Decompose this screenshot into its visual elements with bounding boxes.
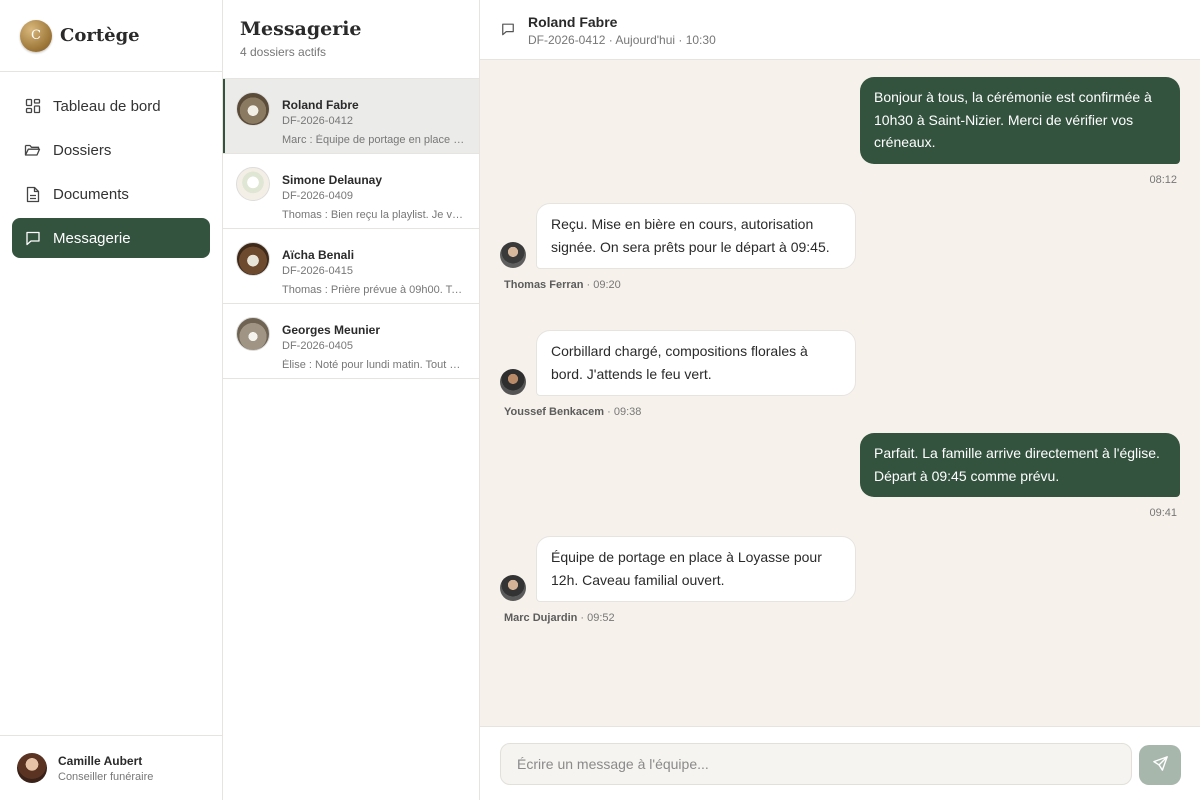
message-input[interactable] xyxy=(500,743,1132,785)
message-meta: Marc Dujardin · 09:52 xyxy=(500,607,856,630)
brand-logo: C xyxy=(20,19,52,52)
message-bubble: Bonjour à tous, la cérémonie est confirm… xyxy=(860,77,1180,164)
message-meta: Youssef Benkacem · 09:38 xyxy=(500,401,856,424)
document-icon xyxy=(24,186,41,203)
page-title: Messagerie xyxy=(240,18,362,40)
sidebar-item-dossiers[interactable]: Dossiers xyxy=(12,130,210,170)
user-name: Camille Aubert xyxy=(58,753,143,768)
brand-name: Cortège xyxy=(60,25,140,46)
message-bubble: Équipe de portage en place à Loyasse pou… xyxy=(536,536,856,602)
avatar xyxy=(236,317,270,351)
message-author: Youssef Benkacem xyxy=(504,406,605,418)
message-bubble: Parfait. La famille arrive directement à… xyxy=(860,433,1180,497)
conversation-item[interactable]: Aïcha Benali DF-2026-0415 Thomas : Prièr… xyxy=(223,229,479,304)
message-incoming: Équipe de portage en place à Loyasse pou… xyxy=(500,536,856,630)
active-count: 4 dossiers actifs xyxy=(240,45,327,59)
chat-subtitle: DF-2026-0412 · Aujourd'hui · 10:30 xyxy=(528,33,716,47)
message-time: · 09:38 xyxy=(607,406,642,418)
message-bubble: Reçu. Mise en bière en cours, autorisati… xyxy=(536,203,856,269)
conversation-item[interactable]: Georges Meunier DF-2026-0405 Élise : Not… xyxy=(223,304,479,379)
conversation-ref: DF-2026-0405 xyxy=(282,340,353,352)
current-user[interactable]: Camille Aubert Conseiller funéraire xyxy=(0,735,222,800)
brand[interactable]: C Cortège xyxy=(0,0,222,72)
message-bubble: Corbillard chargé, compositions florales… xyxy=(536,330,856,396)
sidebar-item-label: Documents xyxy=(53,185,129,203)
conversation-name: Aïcha Benali xyxy=(282,248,355,262)
dashboard-icon xyxy=(24,98,41,115)
conversation-ref: DF-2026-0412 xyxy=(282,115,353,127)
avatar xyxy=(500,575,526,601)
avatar xyxy=(500,369,526,395)
conversation-list-header: Messagerie 4 dossiers actifs xyxy=(223,0,479,79)
sidebar-item-label: Messagerie xyxy=(53,229,131,247)
message-time: · 09:52 xyxy=(580,612,615,624)
message-icon xyxy=(24,230,41,247)
sidebar-item-label: Dossiers xyxy=(53,141,112,159)
avatar xyxy=(500,242,526,268)
user-role: Conseiller funéraire xyxy=(58,770,154,783)
message-thread[interactable]: Bonjour à tous, la cérémonie est confirm… xyxy=(480,60,1200,726)
message-composer xyxy=(480,726,1200,800)
conversation-list: Messagerie 4 dossiers actifs Roland Fabr… xyxy=(223,0,480,800)
sidebar-item-label: Tableau de bord xyxy=(53,97,161,115)
conversation-name: Georges Meunier xyxy=(282,323,381,337)
conversation-ref: DF-2026-0409 xyxy=(282,190,353,202)
message-incoming: Corbillard chargé, compositions florales… xyxy=(500,330,856,424)
conversation-name: Roland Fabre xyxy=(282,98,359,112)
conversation-snippet: Thomas : Bien reçu la playlist. Je vérif… xyxy=(282,209,466,221)
conversation-snippet: Élise : Noté pour lundi matin. Tout est … xyxy=(282,359,466,371)
message-icon xyxy=(501,22,515,36)
chat-title: Roland Fabre xyxy=(528,14,618,30)
chat-panel: Roland Fabre DF-2026-0412 · Aujourd'hui … xyxy=(480,0,1200,800)
conversation-snippet: Marc : Équipe de portage en place à Loya… xyxy=(282,134,466,146)
message-time: 08:12 xyxy=(1149,173,1177,186)
conversation-item[interactable]: Roland Fabre DF-2026-0412 Marc : Équipe … xyxy=(223,79,479,154)
message-outgoing: Bonjour à tous, la cérémonie est confirm… xyxy=(860,77,1180,191)
message-author: Thomas Ferran xyxy=(504,279,584,291)
avatar xyxy=(236,92,270,126)
avatar xyxy=(236,242,270,276)
conversation-snippet: Thomas : Prière prévue à 09h00. Tout est… xyxy=(282,284,466,296)
message-incoming: Reçu. Mise en bière en cours, autorisati… xyxy=(500,203,856,297)
sidebar-item-dashboard[interactable]: Tableau de bord xyxy=(12,86,210,126)
send-button[interactable] xyxy=(1139,745,1181,785)
message-author: Marc Dujardin xyxy=(504,612,578,624)
sidebar-item-documents[interactable]: Documents xyxy=(12,174,210,214)
sidebar-item-messagerie[interactable]: Messagerie xyxy=(12,218,210,258)
message-outgoing: Parfait. La famille arrive directement à… xyxy=(860,433,1180,525)
message-meta: Thomas Ferran · 09:20 xyxy=(500,274,856,297)
sidebar: C Cortège Tableau de bord Dossiers Docum… xyxy=(0,0,223,800)
avatar xyxy=(236,167,270,201)
send-icon xyxy=(1152,755,1169,775)
folder-icon xyxy=(24,142,41,159)
conversation-item[interactable]: Simone Delaunay DF-2026-0409 Thomas : Bi… xyxy=(223,154,479,229)
conversation-name: Simone Delaunay xyxy=(282,173,383,187)
avatar xyxy=(17,753,47,783)
message-time: · 09:20 xyxy=(586,279,621,291)
conversation-ref: DF-2026-0415 xyxy=(282,265,353,277)
message-time: 09:41 xyxy=(1149,507,1177,519)
chat-header: Roland Fabre DF-2026-0412 · Aujourd'hui … xyxy=(480,0,1200,60)
main-nav: Tableau de bord Dossiers Documents Messa… xyxy=(0,72,222,276)
